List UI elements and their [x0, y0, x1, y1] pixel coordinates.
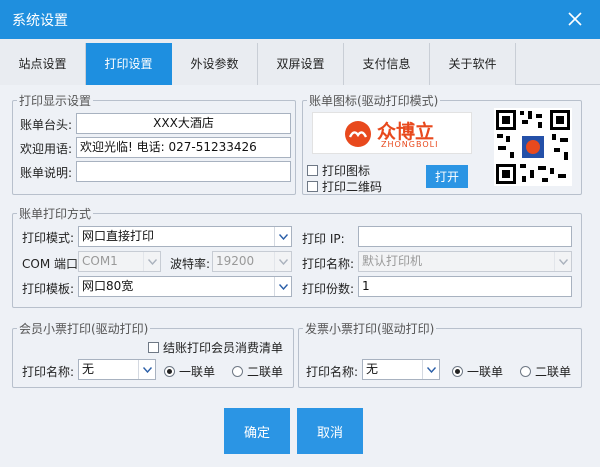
print-template-value: 网口80宽 — [82, 279, 134, 293]
baud-rate-label: 波特率: — [170, 257, 211, 271]
company-logo: 众博立 ZHONGBOLI — [312, 112, 472, 154]
bill-note-input[interactable] — [76, 161, 291, 182]
print-mode-label: 打印模式: — [22, 231, 75, 245]
tab-payment-info[interactable]: 支付信息 — [344, 43, 430, 85]
tab-dual-screen[interactable]: 双屏设置 — [258, 43, 344, 85]
member-printer-select[interactable]: 无 — [78, 359, 156, 380]
com-port-value: COM1 — [82, 254, 118, 268]
printer-name-select[interactable]: 默认打印机 — [358, 251, 572, 272]
invoice-single-copy-label: 一联单 — [467, 365, 504, 379]
member-double-copy-radio[interactable]: 二联单 — [232, 363, 283, 380]
checkout-member-list-box[interactable] — [148, 342, 159, 353]
chevron-down-icon[interactable] — [138, 360, 155, 379]
invoice-double-copy-dot[interactable] — [520, 366, 531, 377]
chevron-down-icon[interactable] — [143, 252, 160, 271]
invoice-double-copy-label: 二联单 — [535, 365, 572, 379]
member-double-copy-label: 二联单 — [247, 365, 284, 379]
logo-mark-icon — [345, 121, 371, 147]
chevron-down-icon[interactable] — [274, 277, 291, 296]
checkout-member-list-label: 结账打印会员消费清单 — [163, 341, 284, 355]
bill-note-label: 账单说明: — [20, 166, 73, 180]
tab-print-settings[interactable]: 打印设置 — [86, 43, 172, 85]
logo-subtext: ZHONGBOLI — [381, 140, 439, 149]
print-template-label: 打印模板: — [22, 282, 75, 296]
baud-rate-value: 19200 — [216, 254, 255, 268]
print-qr-checkbox-label: 打印二维码 — [322, 180, 383, 194]
invoice-printer-value: 无 — [366, 362, 379, 376]
printer-name-label: 打印名称: — [302, 257, 355, 271]
invoice-double-copy-radio[interactable]: 二联单 — [520, 363, 571, 380]
welcome-input[interactable]: 欢迎光临! 电话: 027-51233426 — [76, 137, 291, 158]
member-printer-value: 无 — [82, 362, 95, 376]
member-single-copy-radio[interactable]: 一联单 — [164, 363, 215, 380]
title-bar: 系统设置 — [0, 0, 600, 39]
print-icon-checkbox-box[interactable] — [307, 165, 318, 176]
printer-ip-label: 打印 IP: — [302, 232, 345, 246]
tab-site-settings[interactable]: 站点设置 — [0, 43, 86, 85]
member-double-copy-dot[interactable] — [232, 366, 243, 377]
qr-code-icon — [494, 108, 572, 186]
welcome-label: 欢迎用语: — [20, 142, 73, 156]
com-port-select[interactable]: COM1 — [78, 251, 161, 272]
tab-peripheral-params[interactable]: 外设参数 — [172, 43, 258, 85]
baud-rate-select[interactable]: 19200 — [212, 251, 292, 272]
tab-about[interactable]: 关于软件 — [430, 43, 516, 85]
cancel-button[interactable]: 取消 — [297, 408, 363, 454]
member-single-copy-label: 一联单 — [179, 365, 216, 379]
print-copies-input[interactable]: 1 — [358, 276, 572, 297]
close-icon[interactable] — [564, 8, 586, 30]
window-title: 系统设置 — [12, 13, 68, 29]
open-button[interactable]: 打开 — [426, 165, 468, 188]
chevron-down-icon[interactable] — [554, 252, 571, 271]
print-method-legend: 账单打印方式 — [19, 207, 92, 221]
invoice-printer-label: 打印名称: — [306, 365, 359, 379]
print-icon-checkbox-label: 打印图标 — [322, 164, 371, 178]
chevron-down-icon[interactable] — [274, 227, 291, 246]
bill-icon-legend: 账单图标(驱动打印模式) — [309, 94, 439, 108]
chevron-down-icon[interactable] — [274, 252, 291, 271]
print-mode-value: 网口直接打印 — [82, 229, 155, 243]
member-single-copy-dot[interactable] — [164, 366, 175, 377]
printer-ip-input[interactable] — [358, 226, 572, 247]
checkout-member-list-checkbox[interactable]: 结账打印会员消费清单 — [148, 339, 283, 356]
bill-header-label: 账单台头: — [20, 118, 73, 132]
invoice-ticket-legend: 发票小票打印(驱动打印) — [305, 322, 435, 336]
com-port-label: COM 端口: — [22, 257, 83, 271]
ok-button[interactable]: 确定 — [224, 408, 290, 454]
print-icon-checkbox[interactable]: 打印图标 — [307, 162, 370, 179]
print-mode-select[interactable]: 网口直接打印 — [78, 226, 292, 247]
tab-bar: 站点设置 打印设置 外设参数 双屏设置 支付信息 关于软件 — [0, 39, 600, 85]
chevron-down-icon[interactable] — [422, 360, 439, 379]
print-qr-checkbox[interactable]: 打印二维码 — [307, 178, 382, 195]
printer-name-value: 默认打印机 — [362, 254, 423, 268]
print-template-select[interactable]: 网口80宽 — [78, 276, 292, 297]
invoice-printer-select[interactable]: 无 — [362, 359, 440, 380]
print-qr-checkbox-box[interactable] — [307, 181, 318, 192]
invoice-single-copy-radio[interactable]: 一联单 — [452, 363, 503, 380]
bill-header-input[interactable]: XXX大酒店 — [76, 113, 291, 134]
member-ticket-legend: 会员小票打印(驱动打印) — [19, 322, 149, 336]
print-display-legend: 打印显示设置 — [19, 94, 92, 108]
print-copies-label: 打印份数: — [302, 282, 355, 296]
member-printer-label: 打印名称: — [22, 365, 75, 379]
invoice-single-copy-dot[interactable] — [452, 366, 463, 377]
